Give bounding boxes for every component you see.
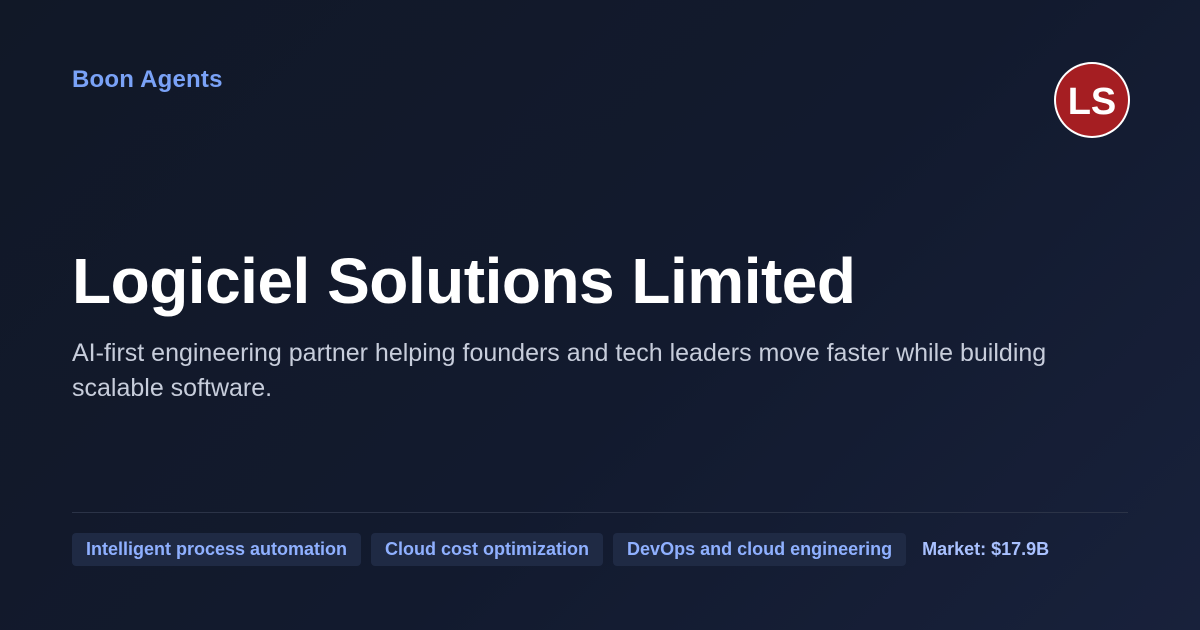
ls-monogram-svg: LS [1068,81,1117,123]
tag-intelligent-process-automation: Intelligent process automation [72,533,362,566]
footer-divider [72,512,1128,513]
tag-cloud-cost-optimization: Cloud cost optimization [371,533,604,566]
logo-text: LS [1068,81,1117,123]
market-size: Market: $17.9B [922,539,1050,559]
tag-devops-cloud-engineering: DevOps and cloud engineering [613,533,907,566]
company-tagline: AI-first engineering partner helping fou… [72,339,1047,402]
tag-row: Intelligent process automation Cloud cos… [72,533,1049,566]
preview-card: Boon Agents LS Logiciel Solutions Limite… [0,0,1200,630]
brand-name: Boon Agents [72,66,223,93]
ls-monogram-icon: LS [1056,64,1128,136]
company-name: Logiciel Solutions Limited [72,245,856,317]
